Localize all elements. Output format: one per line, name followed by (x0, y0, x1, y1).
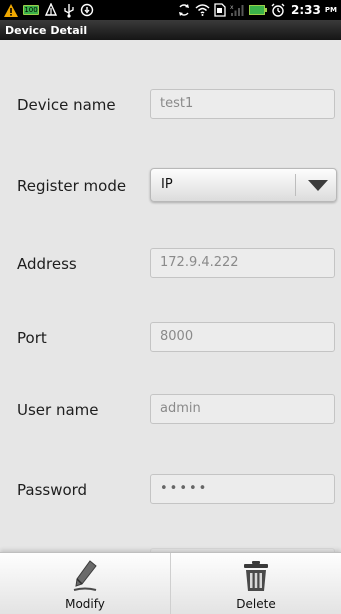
trash-icon (244, 561, 268, 591)
password-row: Password ••••• (0, 468, 341, 512)
register-mode-row: Register mode IP (0, 164, 341, 208)
status-bar: 100 x 2:33 PM (0, 0, 341, 20)
user-name-label: User name (17, 401, 99, 419)
delete-button[interactable]: Delete (170, 553, 341, 614)
battery-label: 100 (23, 5, 39, 15)
address-label: Address (17, 255, 77, 273)
address-field[interactable]: 172.9.4.222 (150, 248, 335, 278)
device-name-row: Device name test1 (0, 83, 341, 127)
warning-icon (4, 2, 18, 18)
battery-level-icon (249, 2, 268, 18)
status-left: 100 (4, 2, 94, 18)
device-name-field[interactable]: test1 (150, 89, 335, 119)
modify-button[interactable]: Modify (0, 553, 170, 614)
sd-card-icon (214, 2, 226, 18)
svg-text:x: x (230, 4, 234, 11)
usb-icon (44, 2, 58, 18)
select-divider (295, 174, 296, 196)
modify-label: Modify (65, 597, 105, 611)
user-name-field[interactable]: admin (150, 394, 335, 424)
sync-icon (80, 2, 94, 18)
signal-icon: x (230, 2, 245, 18)
port-row: Port 8000 (0, 316, 341, 360)
password-label: Password (17, 481, 88, 499)
title-bar: Device Detail (0, 20, 341, 40)
usb-debug-icon (63, 2, 75, 18)
user-name-row: User name admin (0, 388, 341, 432)
sync-arrows-icon (177, 2, 191, 18)
bottom-menu: Modify Delete (0, 552, 341, 614)
port-label: Port (17, 329, 47, 347)
battery-icon: 100 (23, 2, 39, 18)
page-title: Device Detail (5, 23, 88, 37)
status-ampm: PM (324, 6, 337, 14)
password-field[interactable]: ••••• (150, 474, 335, 504)
wifi-icon (195, 2, 210, 18)
register-mode-label: Register mode (17, 177, 127, 195)
status-time: 2:33 (291, 3, 321, 17)
address-row: Address 172.9.4.222 (0, 242, 341, 286)
device-name-label: Device name (17, 96, 116, 114)
pencil-icon (73, 560, 97, 591)
alarm-icon (271, 2, 285, 18)
delete-label: Delete (236, 597, 276, 611)
dropdown-arrow-icon[interactable] (308, 180, 328, 191)
status-right: x 2:33 PM (177, 2, 337, 18)
register-mode-select[interactable]: IP (150, 168, 337, 202)
port-field[interactable]: 8000 (150, 322, 335, 352)
register-mode-value: IP (161, 177, 173, 192)
